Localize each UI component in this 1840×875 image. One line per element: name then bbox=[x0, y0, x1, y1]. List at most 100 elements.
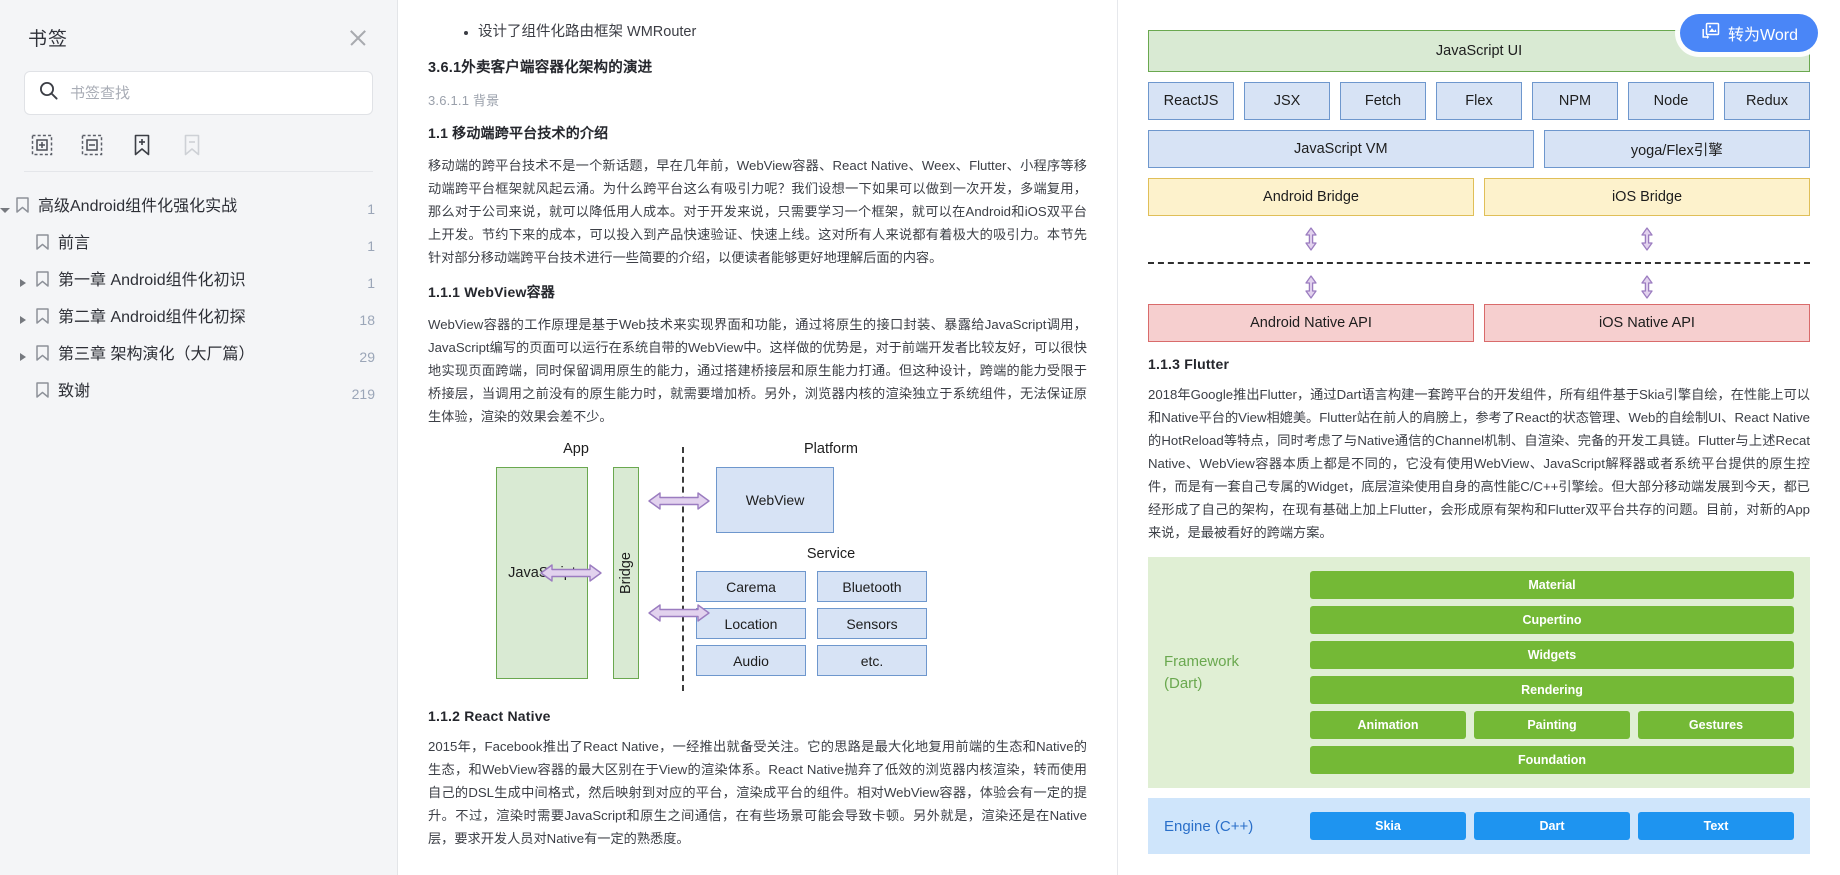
rn-row-modules: ReactJS JSX Fetch Flex NPM Node Redux bbox=[1148, 82, 1810, 120]
page-title: 书签 bbox=[28, 29, 69, 50]
bookmark-icon bbox=[36, 268, 50, 292]
search-box[interactable] bbox=[24, 71, 373, 115]
flutter-bar-animation: Animation bbox=[1310, 711, 1466, 739]
flutter-bar-rendering: Rendering bbox=[1310, 676, 1794, 704]
rn-box-jsx: JSX bbox=[1244, 82, 1330, 120]
box-minus-icon[interactable] bbox=[80, 133, 104, 157]
bookmark-minus-icon[interactable] bbox=[180, 133, 204, 157]
flutter-bar-foundation: Foundation bbox=[1310, 746, 1794, 774]
convert-to-word-label: 转为Word bbox=[1728, 27, 1798, 44]
rn-box-fetch: Fetch bbox=[1340, 82, 1426, 120]
vertical-double-arrow-icon bbox=[1148, 274, 1474, 300]
tree-item-page: 29 bbox=[359, 349, 375, 365]
rn-row-vm: JavaScript VM yoga/Flex引擎 bbox=[1148, 130, 1811, 168]
figure-box-service-2: Location bbox=[696, 608, 806, 639]
figure-box-service-3: Sensors bbox=[817, 608, 927, 639]
paragraph-3: 2015年，Facebook推出了React Native，一经推出就备受关注。… bbox=[428, 739, 1087, 846]
figure-box-bridge: Bridge bbox=[613, 467, 639, 679]
flutter-framework-stack: Material Cupertino Widgets Rendering Ani… bbox=[1310, 571, 1794, 774]
heading-1-1-2: 1.1.2 React Native bbox=[428, 708, 551, 724]
rn-box-yoga-flex-engine: yoga/Flex引擎 bbox=[1543, 130, 1811, 168]
tree-item-label: 第一章 Android组件化初识 bbox=[58, 272, 246, 289]
bookmark-plus-icon[interactable] bbox=[130, 133, 154, 157]
flutter-engine-label: Engine (C++) bbox=[1164, 817, 1254, 835]
heading-1-1-1: 1.1.1 WebView容器 bbox=[428, 284, 555, 300]
chevron-right-icon[interactable] bbox=[20, 268, 36, 292]
vertical-double-arrow-icon bbox=[1484, 274, 1810, 300]
figure-caption-app: App bbox=[563, 441, 589, 457]
bookmark-toolbar bbox=[0, 115, 397, 171]
rn-row-natives: Android Native API iOS Native API bbox=[1148, 304, 1810, 342]
tree-item-acknowledgement[interactable]: 致谢 219 bbox=[0, 373, 397, 410]
close-icon[interactable] bbox=[347, 27, 369, 49]
rn-box-ios-native-api: iOS Native API bbox=[1484, 304, 1810, 342]
rn-box-android-native-api: Android Native API bbox=[1148, 304, 1474, 342]
chevron-down-icon[interactable] bbox=[0, 194, 16, 218]
chevron-right-icon[interactable] bbox=[20, 305, 36, 329]
search-area bbox=[0, 61, 397, 115]
rn-row-bridges: Android Bridge iOS Bridge bbox=[1148, 178, 1810, 216]
flutter-framework-label-line1: Framework bbox=[1164, 652, 1240, 670]
box-plus-icon[interactable] bbox=[30, 133, 54, 157]
document-viewer[interactable]: 设计了组件化路由框架 WMRouter 3.6.1外卖客户端容器化架构的演进 3… bbox=[398, 0, 1840, 875]
rn-box-ios-bridge: iOS Bridge bbox=[1484, 178, 1810, 216]
bookmarks-sidebar: 书签 书签查找 高级Android组件化强化实战 1 前言 1 第一章 Andr… bbox=[0, 0, 398, 875]
tree-item-page: 1 bbox=[367, 275, 375, 291]
search-input[interactable] bbox=[70, 84, 358, 102]
rn-box-javascript-vm: JavaScript VM bbox=[1148, 130, 1534, 168]
flutter-triple-row: Animation Painting Gestures bbox=[1310, 711, 1794, 739]
tree-item-root[interactable]: 高级Android组件化强化实战 1 bbox=[0, 188, 397, 225]
tree-item-label: 第三章 架构演化（大厂篇） bbox=[58, 346, 255, 363]
figure-box-webview: WebView bbox=[716, 467, 834, 533]
flutter-engine-figure: Engine (C++) Skia Dart Text bbox=[1148, 798, 1810, 854]
search-icon bbox=[39, 81, 58, 105]
paragraph-1: 移动端的跨平台技术不是一个新话题，早在几年前，WebView容器、React N… bbox=[428, 158, 1087, 265]
engine-bar-dart: Dart bbox=[1474, 812, 1630, 840]
rn-box-android-bridge: Android Bridge bbox=[1148, 178, 1474, 216]
bookmark-icon bbox=[36, 305, 50, 329]
rn-arrows-lower bbox=[1148, 274, 1810, 300]
heading-1-1: 1.1 移动端跨平台技术的介绍 bbox=[428, 125, 609, 141]
rn-box-reactjs: ReactJS bbox=[1148, 82, 1234, 120]
bookmark-icon bbox=[36, 342, 50, 366]
flutter-bar-cupertino: Cupertino bbox=[1310, 606, 1794, 634]
convert-to-word-button[interactable]: 转为Word bbox=[1680, 14, 1818, 52]
rn-box-node: Node bbox=[1628, 82, 1714, 120]
react-native-architecture-figure: JavaScript UI ReactJS JSX Fetch Flex NPM… bbox=[1148, 30, 1811, 342]
chevron-right-icon[interactable] bbox=[20, 342, 36, 366]
flutter-framework-figure: Framework (Dart) Material Cupertino Widg… bbox=[1148, 557, 1810, 788]
tree-item-label: 前言 bbox=[58, 235, 91, 252]
figure-divider-dashed bbox=[682, 447, 684, 691]
flutter-bar-material: Material bbox=[1310, 571, 1794, 599]
heading-section: 3.6.1外卖客户端容器化架构的演进 bbox=[428, 60, 653, 76]
bullet-text: 设计了组件化路由框架 WMRouter bbox=[478, 24, 697, 40]
tree-item-chapter-2[interactable]: 第二章 Android组件化初探 18 bbox=[0, 299, 397, 336]
flutter-framework-label-line2: (Dart) bbox=[1164, 674, 1203, 692]
bookmark-icon bbox=[16, 194, 30, 218]
double-arrow-icon bbox=[646, 487, 712, 520]
twisty-placeholder bbox=[20, 231, 36, 237]
tree-item-page: 18 bbox=[359, 312, 375, 328]
flutter-engine-row: Skia Dart Text bbox=[1310, 812, 1794, 840]
paragraph-flutter: 2018年Google推出Flutter，通过Dart语言构建一套跨平台的开发组… bbox=[1148, 387, 1810, 540]
webview-architecture-figure: App Platform Service JavaScript Bridge W… bbox=[438, 441, 998, 696]
tree-item-page: 219 bbox=[351, 386, 375, 402]
vertical-double-arrow-icon bbox=[1484, 226, 1810, 252]
rn-platform-divider bbox=[1148, 262, 1810, 264]
flutter-framework-label: Framework (Dart) bbox=[1164, 651, 1294, 695]
double-arrow-icon bbox=[646, 599, 712, 632]
engine-bar-text: Text bbox=[1638, 812, 1794, 840]
heading-subsection: 3.6.1.1 背景 bbox=[428, 93, 500, 108]
bookmark-icon bbox=[36, 379, 50, 403]
tree-item-chapter-1[interactable]: 第一章 Android组件化初识 1 bbox=[0, 262, 397, 299]
flutter-bar-painting: Painting bbox=[1474, 711, 1630, 739]
flutter-bar-gestures: Gestures bbox=[1638, 711, 1794, 739]
rn-box-flex: Flex bbox=[1436, 82, 1522, 120]
tree-item-label: 第二章 Android组件化初探 bbox=[58, 309, 246, 326]
tree-item-chapter-3[interactable]: 第三章 架构演化（大厂篇） 29 bbox=[0, 336, 397, 373]
rn-box-npm: NPM bbox=[1532, 82, 1618, 120]
vertical-double-arrow-icon bbox=[1148, 226, 1474, 252]
rn-arrows-upper bbox=[1148, 226, 1810, 252]
tree-item-preface[interactable]: 前言 1 bbox=[0, 225, 397, 262]
sidebar-header: 书签 bbox=[0, 0, 397, 61]
